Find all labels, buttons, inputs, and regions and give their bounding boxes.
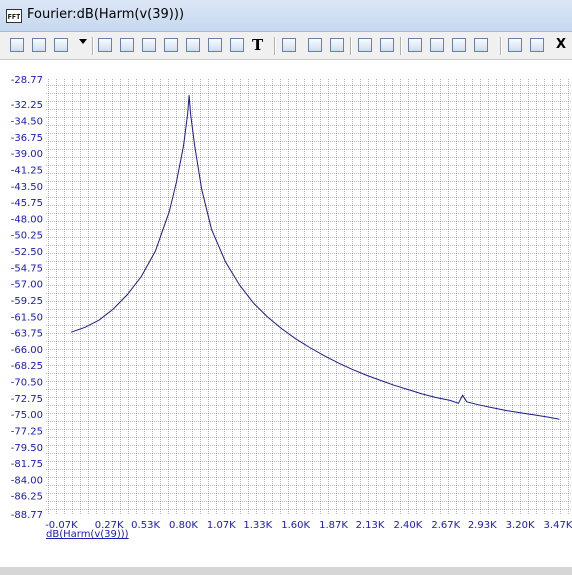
fft-chart[interactable]: -28.77 -32.25 -34.50 -36.75 -39.00 -41.25 -43.… xyxy=(0,61,572,575)
x-tick-label: 2.40K xyxy=(393,520,422,531)
toolbar-separator xyxy=(350,37,352,55)
fft-window-icon: FFT xyxy=(6,9,22,23)
x-tick-label: 1.87K xyxy=(319,520,348,531)
y-tick-label: -50.25 xyxy=(11,231,43,242)
trace-legend-label[interactable]: dB(Harm(v(39))) xyxy=(46,529,129,540)
toolbar-separator xyxy=(92,37,94,55)
cursor-a-icon[interactable] xyxy=(306,36,324,54)
y-tick-label: -39.00 xyxy=(11,149,43,160)
properties-icon[interactable] xyxy=(280,36,298,54)
zoom-y-icon[interactable] xyxy=(184,36,202,54)
y-tick-label: -41.25 xyxy=(11,165,43,176)
zoom-x-icon[interactable] xyxy=(162,36,180,54)
frame-icon[interactable] xyxy=(356,36,374,54)
y-tick-label: -43.50 xyxy=(11,182,43,193)
x-tick-label: 1.60K xyxy=(281,520,310,531)
y-tick-label: -84.00 xyxy=(11,475,43,486)
y-tick-label: -70.50 xyxy=(11,378,43,389)
horizontal-scrollbar[interactable] xyxy=(0,567,572,575)
layout-4-icon[interactable] xyxy=(472,36,490,54)
y-tick-label: -81.75 xyxy=(11,459,43,470)
fft-plot[interactable]: -28.77 -32.25 -34.50 -36.75 -39.00 -41.25 -43.… xyxy=(0,61,572,575)
y-tick-label: -34.50 xyxy=(11,117,43,128)
grid-toggle-icon[interactable] xyxy=(378,36,396,54)
x-tick-label: 2.67K xyxy=(431,520,460,531)
function-icon[interactable] xyxy=(228,36,246,54)
plot-toolbar: TX xyxy=(0,32,572,60)
y-tick-label: -45.75 xyxy=(11,198,43,209)
y-tick-label: -88.77 xyxy=(11,510,43,521)
pan-hand-icon[interactable] xyxy=(30,36,48,54)
zoom-fit-icon[interactable] xyxy=(96,36,114,54)
y-tick-label: -57.00 xyxy=(11,280,43,291)
x-tick-label: 0.53K xyxy=(131,520,160,531)
layout-1-icon[interactable] xyxy=(406,36,424,54)
x-tick-label: 0.80K xyxy=(169,520,198,531)
y-tick-label: -72.75 xyxy=(11,394,43,405)
horizontal-split-icon[interactable] xyxy=(506,36,524,54)
crosshair-icon[interactable] xyxy=(528,36,546,54)
toolbar-separator xyxy=(274,37,276,55)
window-title: Fourier:dB(Harm(v(39))) xyxy=(27,7,185,22)
zoom-area-icon[interactable] xyxy=(140,36,158,54)
cursor-b-icon[interactable] xyxy=(328,36,346,54)
y-tick-label: -28.77 xyxy=(11,75,43,86)
toolbar-separator xyxy=(400,37,402,55)
select-arrow-icon[interactable] xyxy=(8,36,26,54)
y-tick-label: -36.75 xyxy=(11,133,43,144)
x-tick-label: 3.20K xyxy=(506,520,535,531)
x-tick-label: 2.93K xyxy=(468,520,497,531)
y-tick-label: -63.75 xyxy=(11,329,43,340)
zoom-xy-icon[interactable] xyxy=(206,36,224,54)
toolbar-separator xyxy=(500,37,502,55)
y-tick-label: -59.25 xyxy=(11,296,43,307)
text-tool-icon[interactable]: T xyxy=(250,36,268,54)
y-tick-label: -48.00 xyxy=(11,214,43,225)
close-icon[interactable]: X xyxy=(554,36,572,54)
x-tick-label: 1.07K xyxy=(207,520,236,531)
y-tick-label: -32.25 xyxy=(11,100,43,111)
3d-box-icon[interactable] xyxy=(52,36,70,54)
y-tick-label: -79.50 xyxy=(11,443,43,454)
y-tick-label: -66.00 xyxy=(11,345,43,356)
x-tick-label: 3.47K xyxy=(544,520,572,531)
layout-2-icon[interactable] xyxy=(428,36,446,54)
layout-3-icon[interactable] xyxy=(450,36,468,54)
y-tick-label: -86.25 xyxy=(11,492,43,503)
y-tick-label: -61.50 xyxy=(11,312,43,323)
y-axis: -28.77 -32.25 -34.50 -36.75 -39.00 -41.25 -43.… xyxy=(11,75,43,521)
zoom-icon[interactable] xyxy=(118,36,136,54)
y-tick-label: -75.00 xyxy=(11,410,43,421)
window-titlebar: FFT Fourier:dB(Harm(v(39))) xyxy=(0,0,572,32)
x-tick-label: 1.33K xyxy=(243,520,272,531)
y-tick-label: -68.25 xyxy=(11,361,43,372)
y-tick-label: -77.25 xyxy=(11,426,43,437)
y-tick-label: -54.75 xyxy=(11,263,43,274)
x-tick-label: 2.13K xyxy=(356,520,385,531)
y-tick-label: -52.50 xyxy=(11,247,43,258)
